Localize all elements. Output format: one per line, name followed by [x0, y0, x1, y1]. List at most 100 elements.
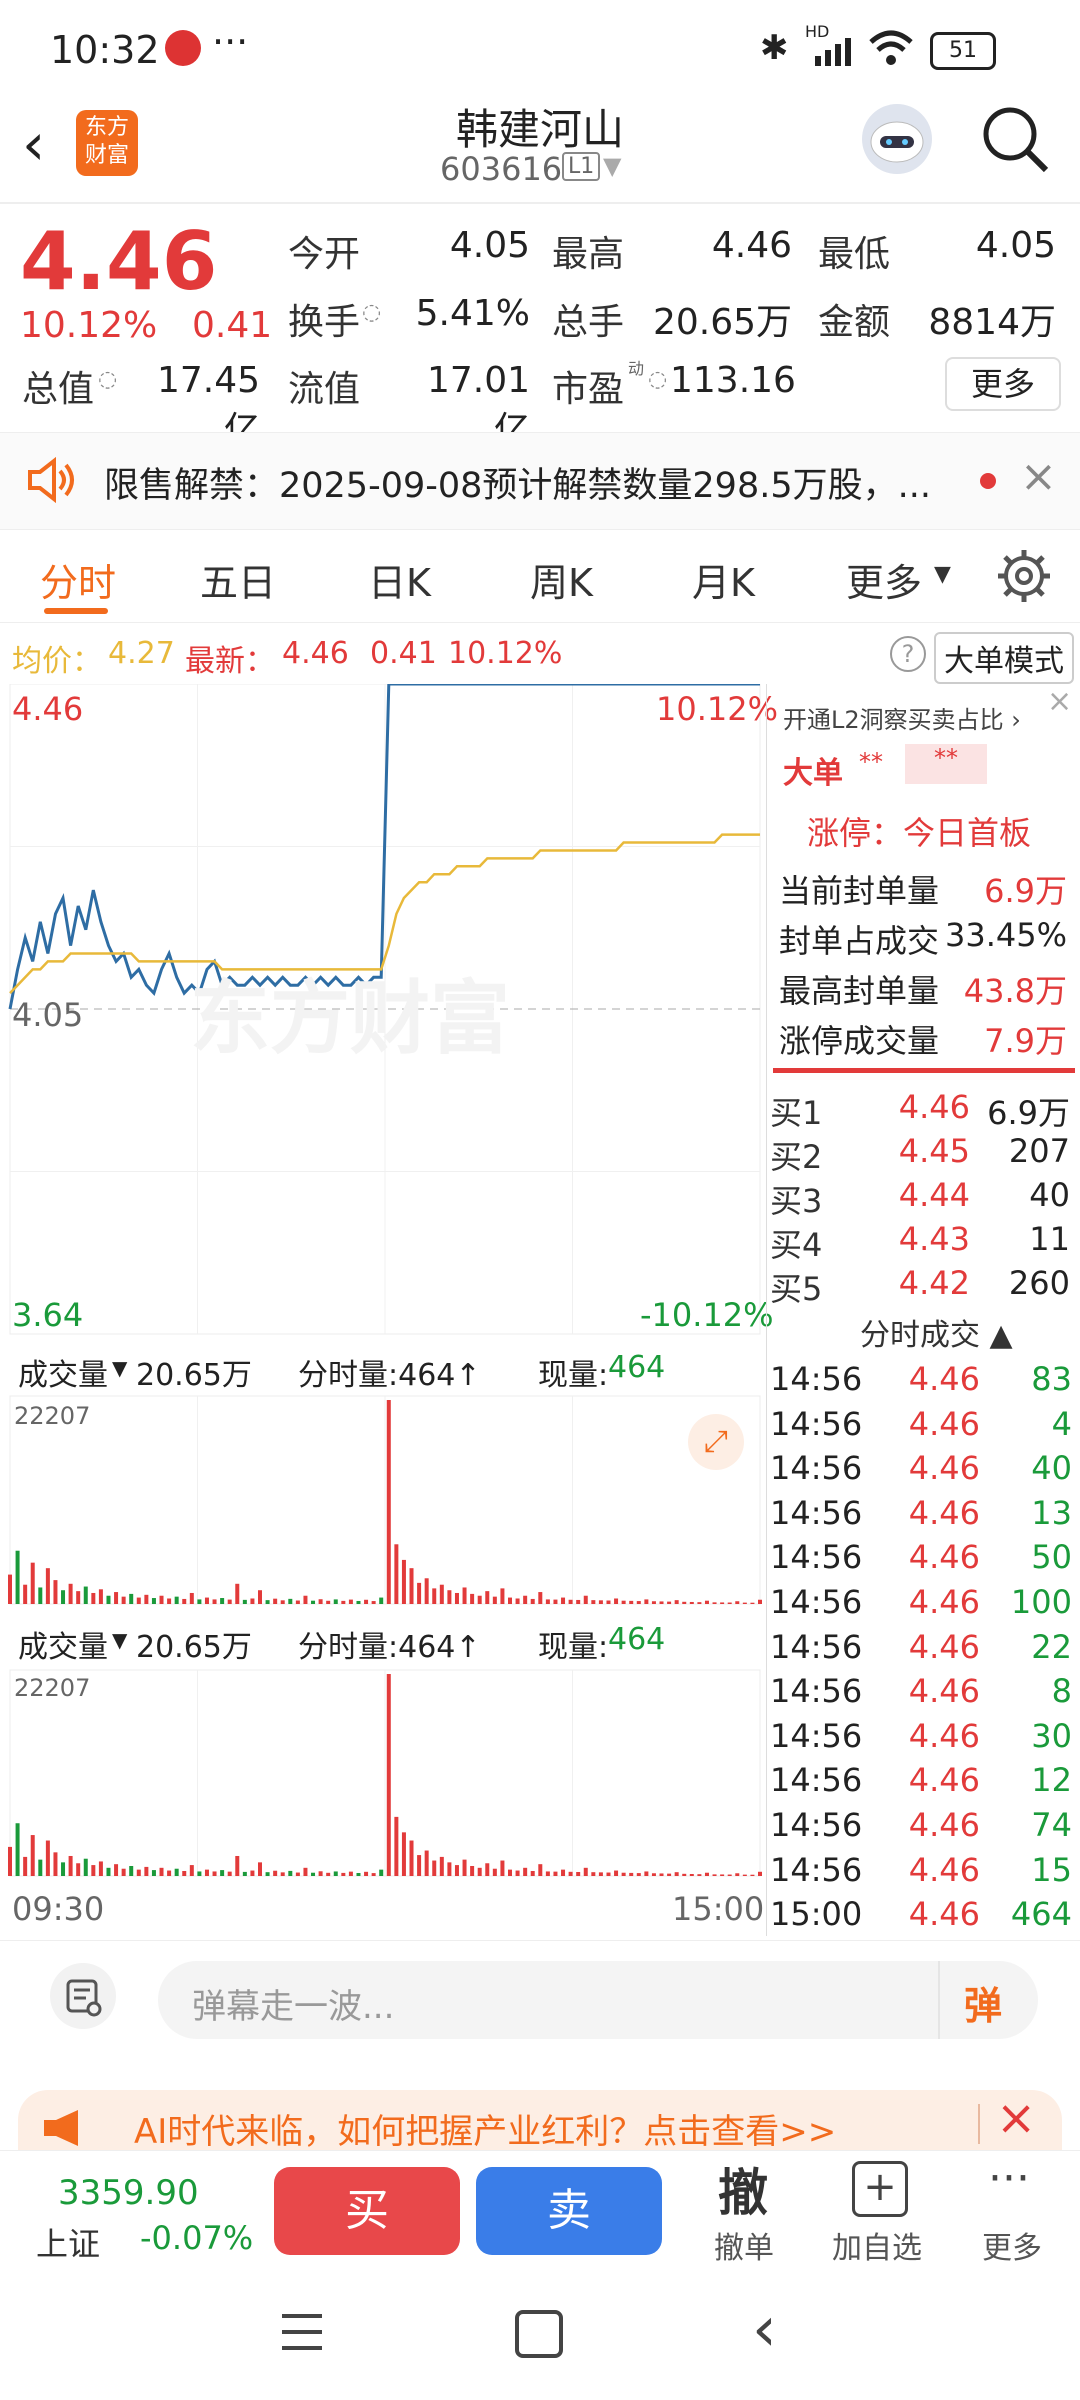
trade-row: 14:56 4.46 83: [770, 1360, 1075, 1404]
help-icon[interactable]: ?: [890, 636, 926, 672]
bid-row[interactable]: 买1 4.46 6.9万: [770, 1088, 1075, 1132]
bid-row[interactable]: 买3 4.44 40: [770, 1176, 1075, 1220]
info-icon[interactable]: ◌: [648, 367, 667, 392]
volume-label[interactable]: 成交量: [18, 1350, 108, 1394]
ai-assistant-avatar[interactable]: [862, 104, 932, 174]
tab-more[interactable]: 更多: [846, 552, 922, 607]
volume-bar: [8, 1574, 12, 1604]
chevron-down-icon[interactable]: ▼: [934, 562, 951, 587]
volume-bar: [68, 1583, 73, 1604]
big-order-mode-button[interactable]: 大单模式: [934, 632, 1074, 684]
tab-weekly-k[interactable]: 周K: [530, 552, 593, 607]
more-quote-button[interactable]: 更多: [945, 357, 1061, 411]
volume-bar: [401, 1832, 406, 1876]
trade-volume: 74: [1031, 1806, 1072, 1844]
info-icon[interactable]: ◌: [362, 300, 381, 325]
volume-bar: [462, 1587, 467, 1604]
trade-volume: 22: [1031, 1627, 1072, 1666]
chevron-down-icon[interactable]: ▼: [112, 1628, 127, 1652]
ad-banner[interactable]: AI时代来临，如何把握产业红利？点击查看>> ×: [18, 2090, 1062, 2150]
home-icon[interactable]: [515, 2310, 563, 2358]
trade-price: 4.46: [908, 1806, 980, 1844]
volume-bar: [136, 1597, 141, 1604]
index-value[interactable]: 3359.90: [58, 2173, 199, 2213]
volume-bar: [644, 1871, 649, 1876]
buy-button[interactable]: 买: [274, 2167, 460, 2255]
cancel-order-label[interactable]: 撤单: [714, 2223, 774, 2267]
volume-bar: [197, 1599, 202, 1604]
gear-icon[interactable]: [996, 548, 1052, 604]
avg-label: 均价：: [12, 644, 102, 679]
volume-bar: [280, 1600, 285, 1604]
ad-text: AI时代来临，如何把握产业红利？点击查看>>: [134, 2112, 837, 2150]
volume-bar: [682, 1873, 687, 1876]
back-nav-icon[interactable]: ‹: [752, 2292, 777, 2365]
trade-volume: 100: [1010, 1583, 1072, 1621]
notice-bar[interactable]: 限售解禁：2025-09-08预计解禁数量298.5万股，... ×: [0, 432, 1080, 530]
volume-label[interactable]: 成交量: [18, 1622, 108, 1666]
chevron-down-icon[interactable]: ▼: [112, 1356, 127, 1380]
volume-bar: [121, 1596, 126, 1604]
search-icon[interactable]: [980, 104, 1050, 174]
more-icon[interactable]: ···: [988, 2153, 1030, 2204]
index-name[interactable]: 上证: [36, 2219, 100, 2265]
volume-bar: [273, 1598, 278, 1604]
add-watchlist-icon[interactable]: +: [852, 2161, 908, 2217]
danmu-settings-icon[interactable]: [50, 1963, 116, 2029]
bid-row[interactable]: 买4 4.43 11: [770, 1220, 1075, 1264]
trade-price: 4.46: [908, 1761, 980, 1800]
tab-daily-k[interactable]: 日K: [368, 552, 431, 607]
volume-bar: [212, 1871, 217, 1876]
close-icon[interactable]: ×: [996, 2090, 1036, 2146]
trade-price: 4.46: [908, 1672, 980, 1711]
level-badge[interactable]: L1: [562, 152, 601, 181]
info-icon[interactable]: ◌: [98, 367, 117, 392]
volume-bar: [144, 1594, 149, 1604]
volume-bar: [61, 1590, 66, 1604]
l2-upgrade-link[interactable]: 开通L2洞察买卖占比 ›: [783, 700, 1021, 735]
close-icon[interactable]: ×: [1047, 684, 1072, 719]
bid-row[interactable]: 买5 4.42 260: [770, 1264, 1075, 1308]
volume-bar: [106, 1595, 111, 1604]
amount-value: 8814万: [928, 302, 1056, 343]
current-volume-value: 464: [608, 1622, 666, 1657]
tab-five-day[interactable]: 五日: [200, 552, 276, 607]
volume-bar: [409, 1568, 414, 1604]
index-change[interactable]: -0.07%: [140, 2219, 253, 2257]
chart-area[interactable]: 4.46 10.12% 4.05 3.64 -10.12% 东方财富 成交量 ▼…: [0, 684, 778, 1936]
comment-input[interactable]: 弹幕走一波... 弹: [158, 1961, 1038, 2039]
latest-change: 0.41: [370, 636, 437, 671]
close-icon[interactable]: ×: [1020, 451, 1057, 502]
tab-monthly-k[interactable]: 月K: [692, 552, 755, 607]
trade-volume: 83: [1031, 1360, 1072, 1398]
volume-bar: [15, 1823, 20, 1876]
sell-button[interactable]: 卖: [476, 2167, 662, 2255]
danmu-button[interactable]: 弹: [964, 1975, 1002, 2030]
add-watchlist-label[interactable]: 加自选: [832, 2223, 922, 2267]
volume-bar: [470, 1865, 475, 1876]
volume-bar: [204, 1597, 209, 1604]
amount-label: 金额: [818, 302, 891, 343]
more-label[interactable]: 更多: [982, 2223, 1042, 2267]
volume-bar: [689, 1873, 694, 1876]
volume-bar: [83, 1858, 88, 1876]
volume-bar: [477, 1867, 482, 1876]
volume-bar: [477, 1595, 482, 1604]
trade-volume: 12: [1031, 1761, 1072, 1800]
status-time: 10:32: [50, 28, 160, 72]
trade-row: 14:56 4.46 74: [770, 1806, 1075, 1850]
menu-icon[interactable]: [280, 2312, 324, 2352]
volume-bar: [500, 1860, 505, 1876]
level-dropdown-icon[interactable]: ▼: [603, 152, 621, 180]
trades-title[interactable]: 分时成交 ▲: [860, 1310, 1013, 1354]
volume-bar: [614, 1598, 619, 1604]
volume-bar: [144, 1866, 149, 1876]
bid-row[interactable]: 买2 4.45 207: [770, 1132, 1075, 1176]
cancel-order-icon[interactable]: 撤: [718, 2153, 768, 2225]
volume-bar: [371, 1601, 376, 1604]
comment-bar: 弹幕走一波... 弹: [0, 1940, 1080, 2061]
expand-icon[interactable]: ⤢: [688, 1414, 744, 1470]
latest-pct: 10.12%: [448, 636, 563, 671]
tab-intraday[interactable]: 分时: [40, 552, 116, 607]
volume-bar: [265, 1872, 270, 1876]
